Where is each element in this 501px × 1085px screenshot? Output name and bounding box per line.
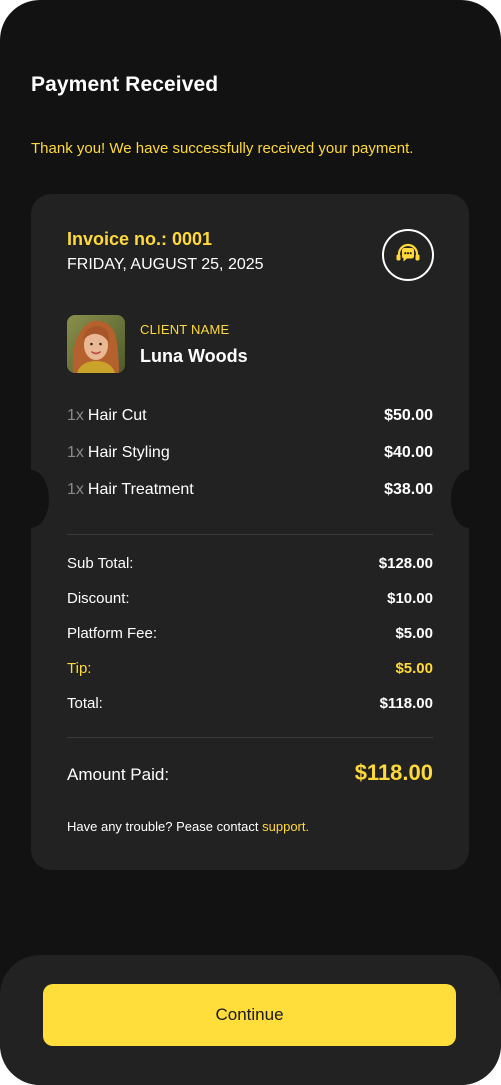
line-item-price: $40.00 [384,444,433,461]
invoice-date: FRIDAY, AUGUST 25, 2025 [67,256,264,273]
platform-fee-value: $5.00 [395,625,433,642]
phone-screen: Payment Received Thank you! We have succ… [0,0,501,1085]
total-label: Total: [67,695,103,712]
amount-paid-label: Amount Paid: [67,765,170,784]
discount-label: Discount: [67,590,130,607]
line-item-name: Hair Cut [87,407,147,424]
line-item-price: $50.00 [384,407,433,424]
support-note: Have any trouble? Pease contact support. [67,819,309,834]
ticket-notch-right [451,470,487,528]
ticket-notch-left [13,470,49,528]
platform-fee-label: Platform Fee: [67,625,158,642]
continue-button[interactable]: Continue [43,984,456,1046]
total-row: Total: $118.00 [67,695,433,717]
tip-label: Tip: [67,660,92,677]
subtotal-label: Sub Total: [67,555,134,572]
client-name: Luna Woods [140,346,248,366]
line-item-name: Hair Treatment [87,481,194,498]
page-subtitle: Thank you! We have successfully received… [31,140,414,157]
tip-value: $5.00 [395,660,433,677]
line-item: 1x Hair Cut $50.00 [67,407,433,429]
line-item-name: Hair Styling [87,444,170,461]
tip-row: Tip: $5.00 [67,660,433,682]
invoice-number: Invoice no.: 0001 [67,229,213,249]
support-link[interactable]: support. [262,819,309,834]
divider [67,737,433,738]
line-item-price: $38.00 [384,481,433,498]
amount-paid-value: $118.00 [354,760,433,785]
support-note-text: Have any trouble? Pease contact [67,819,263,834]
total-value: $118.00 [379,695,433,712]
divider [67,534,433,535]
subtotal-value: $128.00 [378,555,433,572]
discount-value: $10.00 [387,590,433,607]
discount-row: Discount: $10.00 [67,590,433,612]
client-name-label: CLIENT NAME [140,322,230,337]
support-chat-button[interactable] [382,229,434,281]
line-item: 1x Hair Treatment $38.00 [67,481,433,503]
line-item-qty: 1x [67,481,84,498]
page-title: Payment Received [31,73,219,96]
subtotal-row: Sub Total: $128.00 [67,555,433,577]
line-item-qty: 1x [67,444,84,461]
platform-fee-row: Platform Fee: $5.00 [67,625,433,647]
line-item-qty: 1x [67,407,84,424]
line-item: 1x Hair Styling $40.00 [67,444,433,466]
client-avatar [67,315,125,373]
headset-chat-icon [396,243,420,262]
